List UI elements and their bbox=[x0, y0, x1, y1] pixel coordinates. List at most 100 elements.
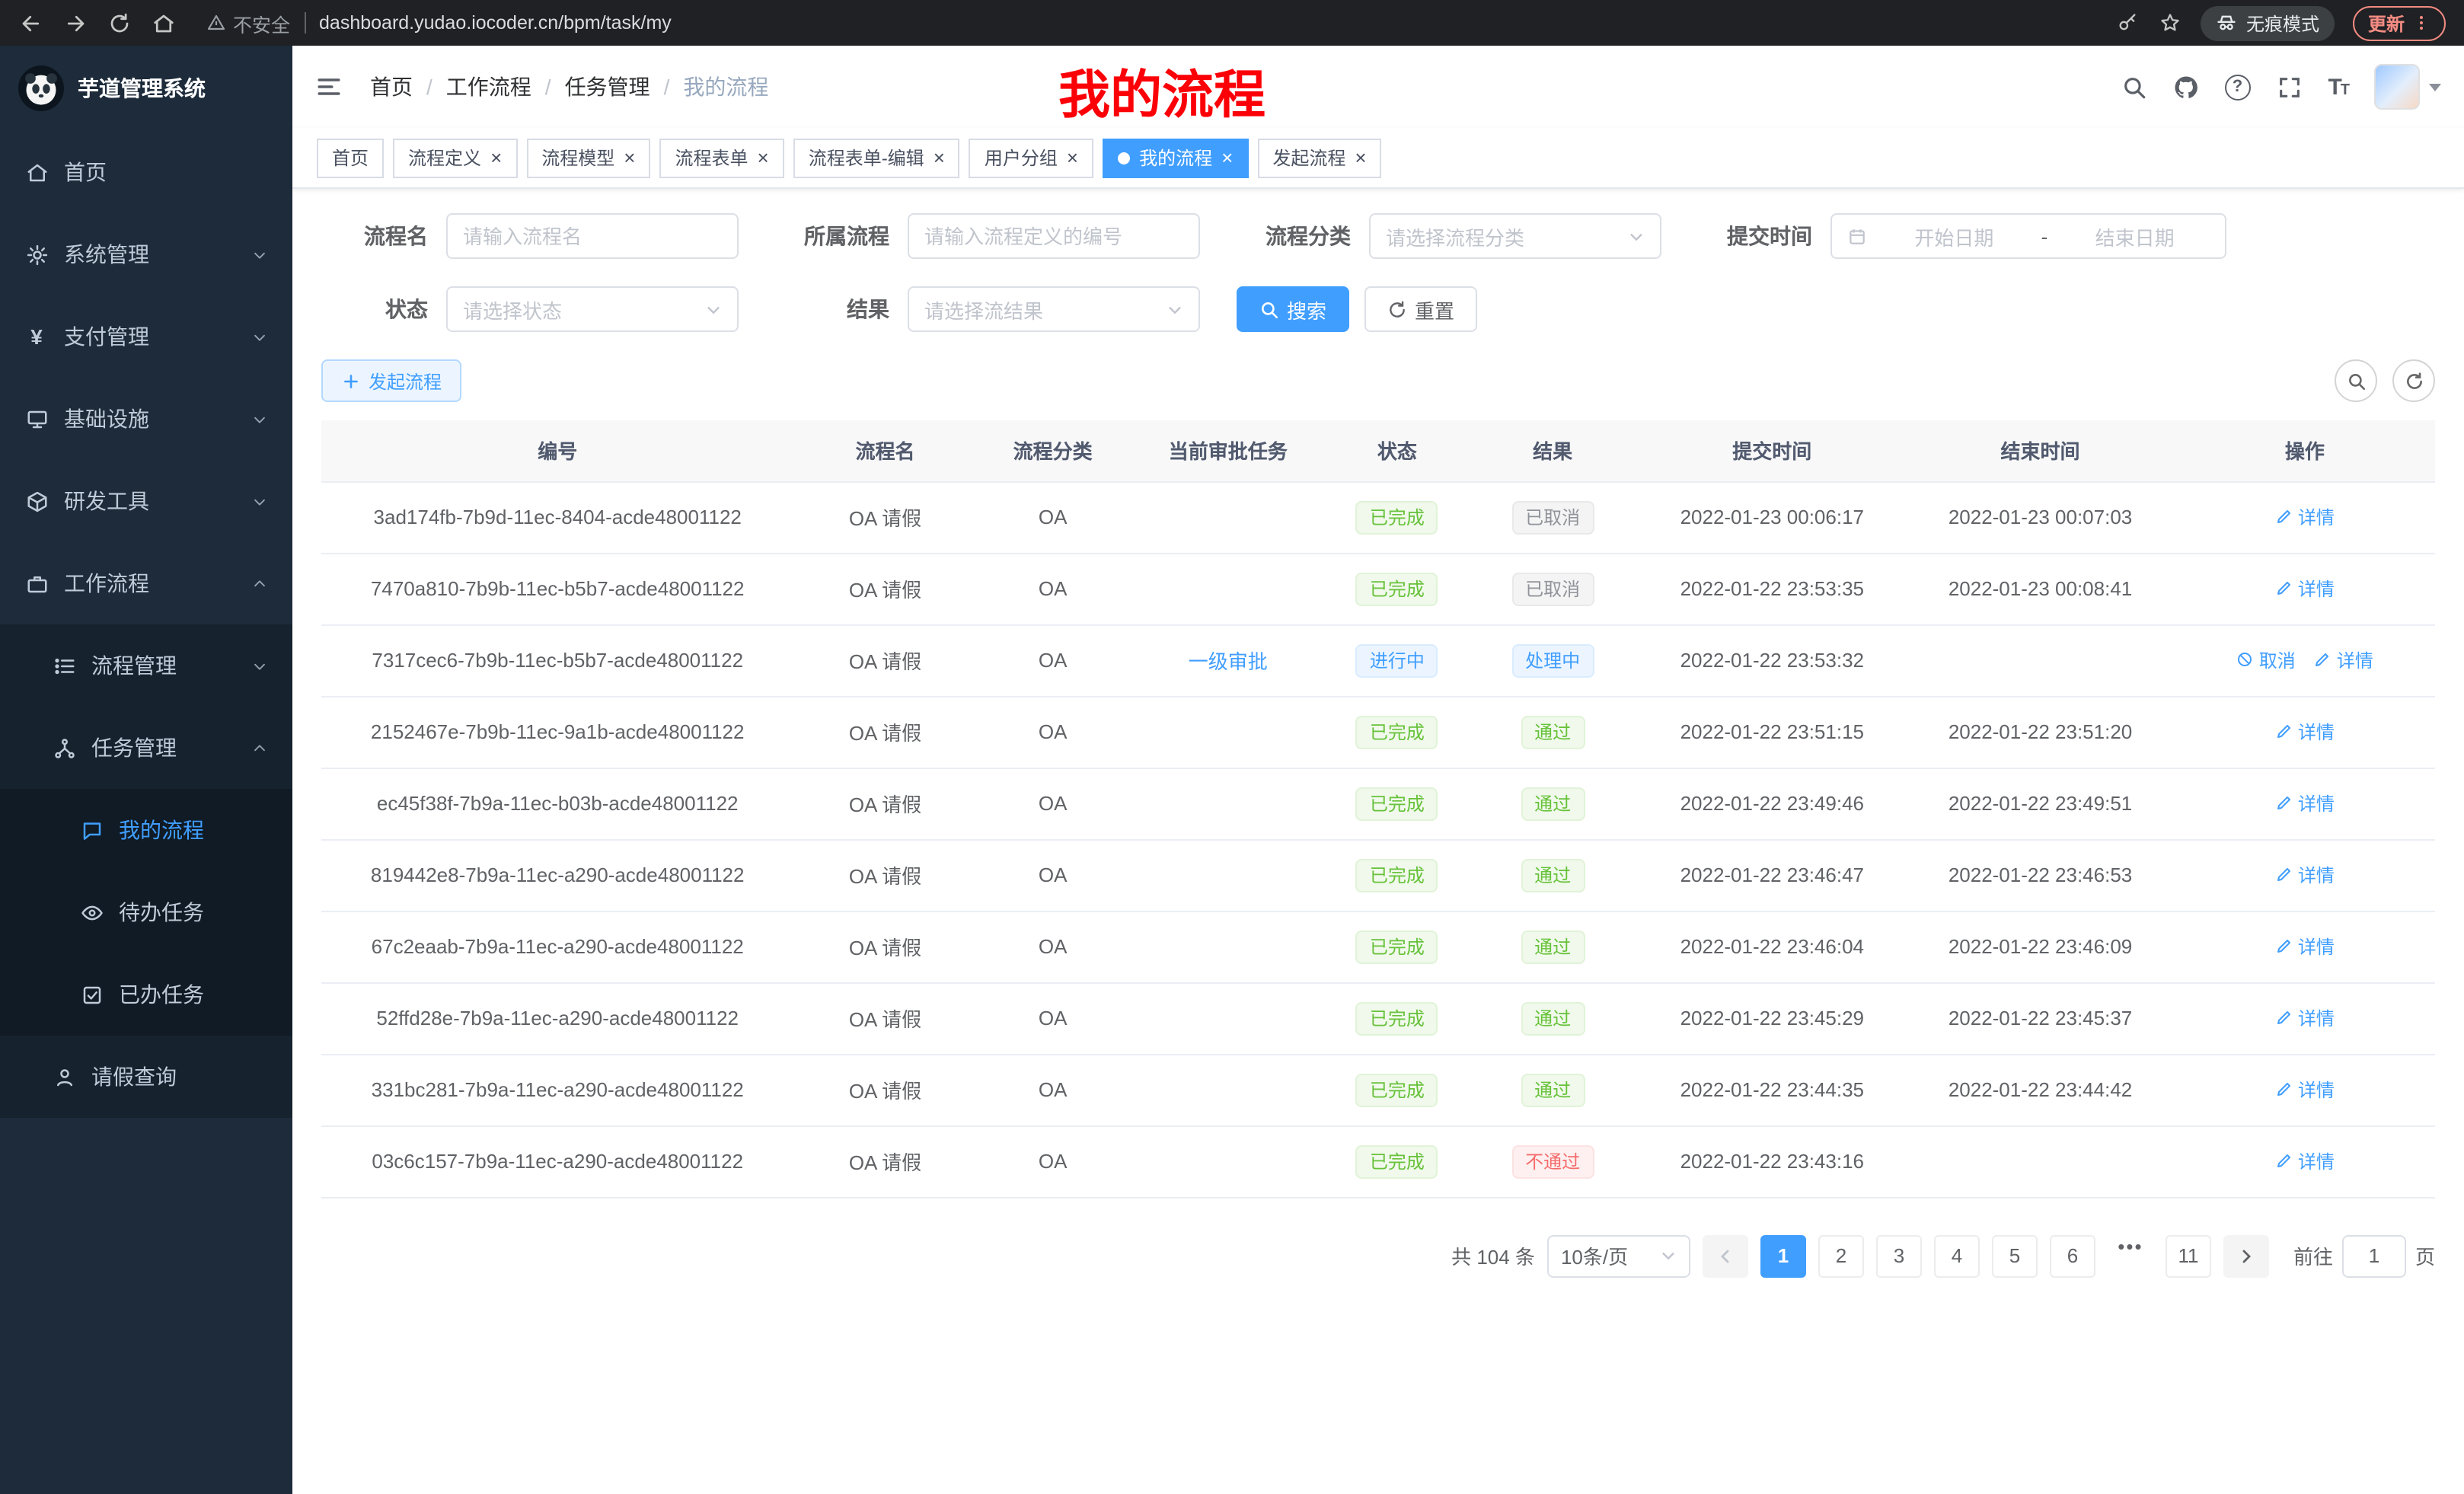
detail-button[interactable]: 详情 bbox=[2275, 790, 2335, 816]
close-icon[interactable]: × bbox=[1067, 148, 1078, 168]
page-number-button[interactable]: 4 bbox=[1934, 1234, 1980, 1277]
cell-result: 通过 bbox=[1467, 1054, 1638, 1125]
sidebar-item[interactable]: ¥支付管理 bbox=[0, 295, 292, 378]
process-category-select[interactable]: 请选择流程分类 bbox=[1369, 213, 1661, 259]
sidebar-item[interactable]: 请假查询 bbox=[0, 1036, 292, 1118]
detail-button[interactable]: 详情 bbox=[2275, 1005, 2335, 1031]
sidebar-item[interactable]: 基础设施 bbox=[0, 378, 292, 460]
star-icon[interactable] bbox=[2158, 11, 2182, 35]
close-icon[interactable]: × bbox=[1221, 148, 1233, 168]
home-icon[interactable] bbox=[151, 11, 175, 35]
current-task-link[interactable]: 一级审批 bbox=[1189, 650, 1268, 673]
tab-item[interactable]: 用户分组× bbox=[969, 138, 1093, 177]
submit-time-range-picker[interactable]: 开始日期 - 结束日期 bbox=[1830, 213, 2226, 259]
close-icon[interactable]: × bbox=[934, 148, 945, 168]
table-row: 3ad174fb-7b9d-11ec-8404-acde48001122OA 请… bbox=[321, 481, 2435, 553]
sidebar-item[interactable]: 已办任务 bbox=[0, 953, 292, 1036]
address-bar[interactable]: 不安全 dashboard.yudao.iocoder.cn/bpm/task/… bbox=[207, 8, 2095, 37]
page-number-button[interactable]: 2 bbox=[1818, 1234, 1864, 1277]
sidebar-item[interactable]: 工作流程 bbox=[0, 542, 292, 624]
forward-icon[interactable] bbox=[62, 11, 87, 35]
security-warning[interactable]: 不安全 bbox=[207, 8, 290, 37]
chevron-down-icon bbox=[1660, 1247, 1677, 1264]
close-icon[interactable]: × bbox=[758, 148, 769, 168]
url-text[interactable]: dashboard.yudao.iocoder.cn/bpm/task/my bbox=[319, 12, 672, 34]
tab-item[interactable]: 流程模型× bbox=[526, 138, 650, 177]
goto-page-input[interactable] bbox=[2342, 1234, 2406, 1277]
update-button[interactable]: 更新 bbox=[2353, 5, 2446, 40]
sidebar-item[interactable]: 系统管理 bbox=[0, 213, 292, 295]
back-icon[interactable] bbox=[18, 11, 43, 35]
page-number-button[interactable]: 11 bbox=[2166, 1234, 2211, 1277]
result-badge: 通过 bbox=[1521, 715, 1585, 749]
page-number-button[interactable]: 5 bbox=[1992, 1234, 2038, 1277]
detail-button[interactable]: 详情 bbox=[2275, 1077, 2335, 1103]
detail-button[interactable]: 详情 bbox=[2275, 934, 2335, 959]
tab-item[interactable]: 流程定义× bbox=[393, 138, 517, 177]
toggle-search-icon[interactable] bbox=[2335, 359, 2377, 402]
tab-item[interactable]: 发起流程× bbox=[1257, 138, 1381, 177]
cell-submit-time: 2022-01-22 23:49:46 bbox=[1638, 768, 1906, 839]
process-name-input[interactable] bbox=[446, 213, 739, 259]
select-placeholder: 请选择流结果 bbox=[924, 295, 1043, 324]
flow-icon bbox=[52, 736, 76, 760]
detail-button[interactable]: 详情 bbox=[2275, 576, 2335, 602]
page-number-button[interactable]: 6 bbox=[2050, 1234, 2095, 1277]
app-logo[interactable]: 芋道管理系统 bbox=[0, 46, 292, 131]
tab-item[interactable]: 我的流程× bbox=[1103, 138, 1248, 177]
key-icon[interactable] bbox=[2115, 11, 2140, 35]
sidebar-item[interactable]: 待办任务 bbox=[0, 871, 292, 953]
cancel-button[interactable]: 取消 bbox=[2236, 647, 2296, 673]
page-size-label: 10条/页 bbox=[1561, 1241, 1628, 1270]
reload-icon[interactable] bbox=[107, 11, 131, 35]
sidebar-item[interactable]: 我的流程 bbox=[0, 789, 292, 871]
sidebar-item[interactable]: 研发工具 bbox=[0, 460, 292, 542]
close-icon[interactable]: × bbox=[624, 148, 635, 168]
detail-button[interactable]: 详情 bbox=[2275, 862, 2335, 888]
font-size-icon[interactable]: TT bbox=[2328, 74, 2348, 100]
breadcrumb-item[interactable]: 工作流程 bbox=[446, 72, 531, 102]
page-number-button[interactable]: 3 bbox=[1876, 1234, 1922, 1277]
menu-dots-icon[interactable] bbox=[2412, 14, 2430, 32]
search-icon[interactable] bbox=[2121, 74, 2146, 100]
close-icon[interactable]: × bbox=[490, 148, 502, 168]
detail-button[interactable]: 详情 bbox=[2314, 647, 2373, 673]
close-icon[interactable]: × bbox=[1355, 148, 1366, 168]
breadcrumb-separator: / bbox=[426, 75, 432, 99]
page-number-button[interactable]: 1 bbox=[1760, 1234, 1806, 1277]
user-menu[interactable] bbox=[2374, 64, 2441, 110]
process-table: 编号流程名流程分类当前审批任务状态结果提交时间结束时间操作 3ad174fb-7… bbox=[321, 420, 2435, 1198]
page-ellipsis[interactable]: ••• bbox=[2108, 1234, 2153, 1277]
result-select[interactable]: 请选择流结果 bbox=[908, 286, 1200, 332]
hamburger-icon[interactable] bbox=[315, 73, 343, 101]
avatar[interactable] bbox=[2374, 64, 2420, 110]
app-root: 不安全 dashboard.yudao.iocoder.cn/bpm/task/… bbox=[0, 0, 2464, 1494]
result-badge: 处理中 bbox=[1511, 643, 1594, 677]
process-definition-input[interactable] bbox=[908, 213, 1200, 259]
breadcrumb-item[interactable]: 首页 bbox=[370, 72, 413, 102]
tab-item[interactable]: 流程表单× bbox=[659, 138, 784, 177]
fullscreen-icon[interactable] bbox=[2276, 74, 2302, 100]
breadcrumb-item[interactable]: 任务管理 bbox=[565, 72, 650, 102]
reset-button[interactable]: 重置 bbox=[1364, 286, 1477, 332]
sidebar-item[interactable]: 首页 bbox=[0, 131, 292, 213]
tab-item[interactable]: 首页 bbox=[317, 138, 384, 177]
next-page-button[interactable] bbox=[2223, 1234, 2269, 1277]
prev-page-button[interactable] bbox=[1703, 1234, 1748, 1277]
edit-icon bbox=[2275, 794, 2293, 812]
security-warning-label: 不安全 bbox=[233, 8, 290, 37]
sidebar-item[interactable]: 任务管理 bbox=[0, 707, 292, 789]
detail-button[interactable]: 详情 bbox=[2275, 1148, 2335, 1174]
refresh-icon[interactable] bbox=[2392, 359, 2435, 402]
cell-process-name: OA 请假 bbox=[793, 1054, 976, 1125]
status-select[interactable]: 请选择状态 bbox=[446, 286, 739, 332]
create-process-button[interactable]: 发起流程 bbox=[321, 359, 461, 402]
page-size-select[interactable]: 10条/页 bbox=[1547, 1234, 1690, 1277]
tab-item[interactable]: 流程表单-编辑× bbox=[793, 138, 960, 177]
search-button[interactable]: 搜索 bbox=[1237, 286, 1349, 332]
detail-button[interactable]: 详情 bbox=[2275, 504, 2335, 530]
sidebar-item[interactable]: 流程管理 bbox=[0, 624, 292, 707]
help-icon[interactable]: ? bbox=[2224, 74, 2250, 100]
detail-button[interactable]: 详情 bbox=[2275, 719, 2335, 745]
github-icon[interactable] bbox=[2172, 74, 2198, 100]
